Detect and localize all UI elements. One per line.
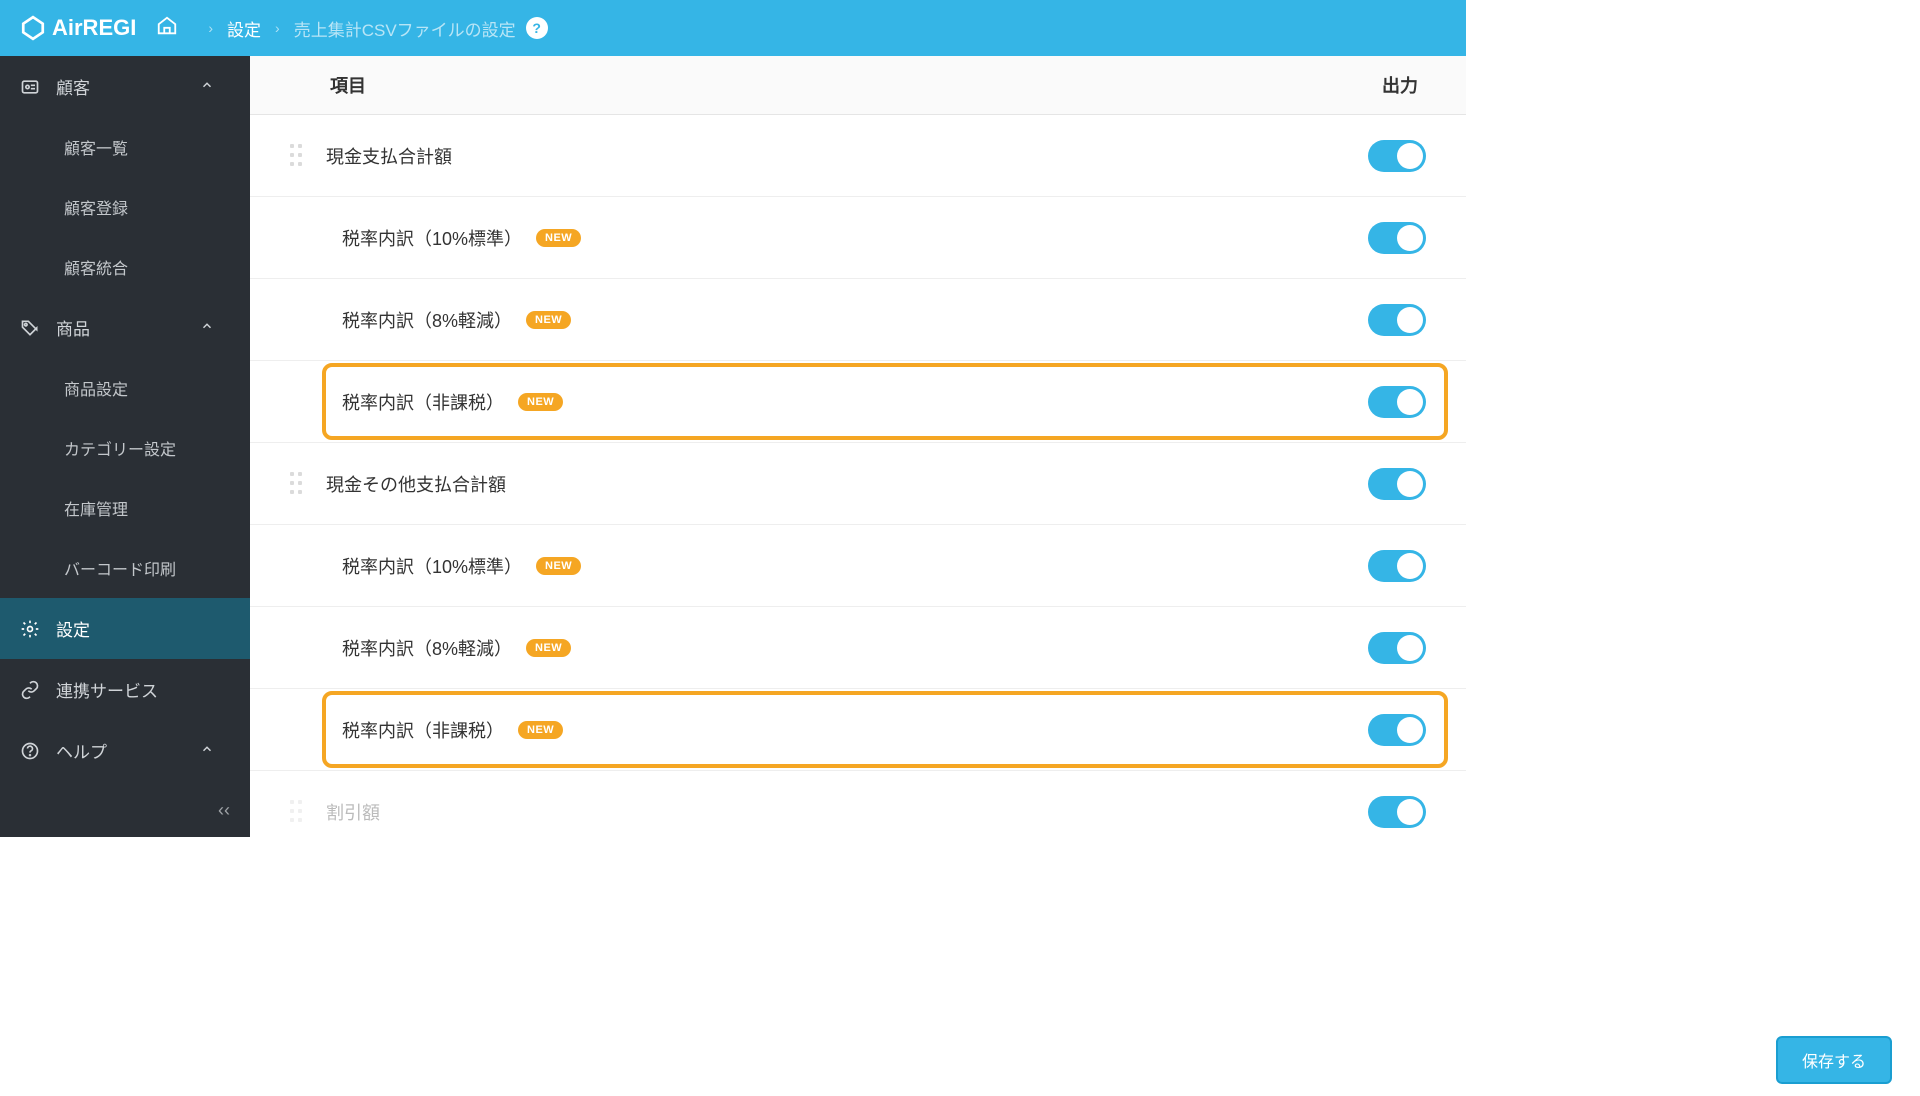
sidebar-label: ヘルプ (56, 738, 107, 763)
new-badge: NEW (526, 639, 571, 657)
drag-handle-icon[interactable] (290, 144, 304, 168)
link-icon (20, 680, 40, 700)
chevron-up-icon (200, 77, 230, 97)
sidebar: 顧客 顧客一覧 顧客登録 顧客統合 商品 商品設定 カテゴリー設定 在庫管理 バ… (0, 56, 250, 837)
output-toggle[interactable] (1368, 386, 1426, 418)
setting-row: 税率内訳（8%軽減） NEW (250, 607, 1466, 689)
sidebar-section-settings[interactable]: 設定 (0, 598, 250, 659)
new-badge: NEW (536, 229, 581, 247)
sidebar-item-customer-register[interactable]: 顧客登録 (0, 177, 250, 237)
help-icon (20, 741, 40, 761)
output-toggle[interactable] (1368, 140, 1426, 172)
breadcrumb-settings[interactable]: 設定 (227, 16, 261, 41)
main-panel: 項目 出力 現金支払合計額税率内訳（10%標準） NEW 税率内訳（8%軽減） NEW… (250, 56, 1466, 837)
app-name: AirREGI (52, 15, 136, 41)
row-label: 税率内訳（非課税） (342, 717, 504, 743)
sidebar-label: 商品 (56, 315, 90, 340)
setting-row: 税率内訳（非課税） NEW (250, 689, 1466, 771)
setting-row: 現金支払合計額 (250, 115, 1466, 197)
output-toggle[interactable] (1368, 222, 1426, 254)
sidebar-label: 顧客 (56, 74, 90, 99)
row-label: 税率内訳（非課税） (342, 389, 504, 415)
row-label: 現金支払合計額 (326, 143, 452, 169)
home-icon[interactable] (156, 15, 178, 42)
output-toggle[interactable] (1368, 550, 1426, 582)
sidebar-item-inventory[interactable]: 在庫管理 (0, 478, 250, 538)
new-badge: NEW (536, 557, 581, 575)
row-label: 割引額 (326, 799, 380, 825)
column-item-label: 項目 (330, 72, 366, 98)
sidebar-item-barcode[interactable]: バーコード印刷 (0, 538, 250, 598)
app-logo[interactable]: AirREGI (20, 15, 136, 41)
column-header: 項目 出力 (250, 56, 1466, 115)
output-toggle[interactable] (1368, 714, 1426, 746)
save-button[interactable]: 保存する (1776, 1036, 1892, 1084)
row-label: 現金その他支払合計額 (326, 471, 506, 497)
new-badge: NEW (518, 721, 563, 739)
sidebar-section-integration[interactable]: 連携サービス (0, 659, 250, 720)
drag-handle-icon[interactable] (290, 472, 304, 496)
setting-row: 税率内訳（非課税） NEW (250, 361, 1466, 443)
sidebar-section-help[interactable]: ヘルプ (0, 720, 250, 781)
header: AirREGI › 設定 › 売上集計CSVファイルの設定 ? (0, 0, 1466, 56)
output-toggle[interactable] (1368, 468, 1426, 500)
row-label: 税率内訳（8%軽減） (342, 307, 512, 333)
sidebar-item-product-settings[interactable]: 商品設定 (0, 358, 250, 418)
setting-row: 税率内訳（10%標準） NEW (250, 197, 1466, 279)
setting-row: 税率内訳（10%標準） NEW (250, 525, 1466, 607)
setting-row: 現金その他支払合計額 (250, 443, 1466, 525)
sidebar-item-category-settings[interactable]: カテゴリー設定 (0, 418, 250, 478)
chevron-right-icon: › (208, 20, 213, 36)
sidebar-label: 連携サービス (56, 677, 158, 702)
rows-container: 現金支払合計額税率内訳（10%標準）NEW税率内訳（8%軽減）NEW税率内訳（非… (250, 115, 1466, 837)
column-output-label: 出力 (1382, 72, 1418, 98)
new-badge: NEW (518, 393, 563, 411)
chevron-up-icon (200, 741, 230, 761)
setting-row: 割引額 (250, 771, 1466, 837)
sidebar-item-customer-merge[interactable]: 顧客統合 (0, 237, 250, 297)
chevron-up-icon (200, 318, 230, 338)
drag-handle-icon[interactable] (290, 800, 304, 824)
logo-icon (20, 15, 46, 41)
breadcrumb-current[interactable]: 売上集計CSVファイルの設定 (294, 16, 516, 41)
sidebar-collapse-button[interactable]: ‹‹ (198, 784, 250, 837)
row-label: 税率内訳（10%標準） (342, 225, 522, 251)
row-label: 税率内訳（10%標準） (342, 553, 522, 579)
tag-icon (20, 318, 40, 338)
sidebar-item-customer-list[interactable]: 顧客一覧 (0, 117, 250, 177)
help-icon[interactable]: ? (526, 17, 548, 39)
new-badge: NEW (526, 311, 571, 329)
output-toggle[interactable] (1368, 304, 1426, 336)
gear-icon (20, 619, 40, 639)
setting-row: 税率内訳（8%軽減） NEW (250, 279, 1466, 361)
output-toggle[interactable] (1368, 796, 1426, 828)
output-toggle[interactable] (1368, 632, 1426, 664)
users-icon (20, 77, 40, 97)
sidebar-section-product[interactable]: 商品 (0, 297, 250, 358)
sidebar-label: 設定 (56, 616, 90, 641)
sidebar-section-customer[interactable]: 顧客 (0, 56, 250, 117)
footer: 保存する (250, 1024, 1920, 1096)
chevron-right-icon: › (275, 20, 280, 36)
row-label: 税率内訳（8%軽減） (342, 635, 512, 661)
